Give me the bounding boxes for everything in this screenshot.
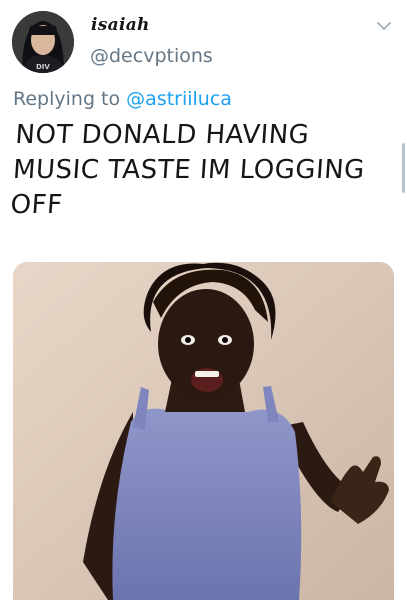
tweet-text-line: NOT DONALD HAVING — [14, 120, 311, 150]
display-name[interactable]: isaiah — [91, 15, 150, 35]
avatar[interactable]: DIV — [12, 11, 74, 73]
reply-context: Replying to @astriiluca — [13, 88, 232, 110]
svg-text:DIV: DIV — [36, 63, 50, 71]
tweet-card: DIV isaiah @decvptions Replying to @astr… — [0, 0, 407, 600]
reply-mention-link[interactable]: @astriiluca — [126, 88, 232, 110]
scrollbar[interactable] — [402, 143, 405, 193]
tweet-text-line: OFF — [9, 190, 64, 220]
user-handle[interactable]: @decvptions — [90, 45, 213, 67]
tweet-text: NOT DONALD HAVING MUSIC TASTE IM LOGGING… — [9, 118, 396, 223]
tweet-media-image[interactable] — [13, 262, 394, 600]
reply-prefix: Replying to — [13, 88, 121, 110]
tweet-text-line: MUSIC TASTE IM LOGGING — [11, 155, 366, 185]
chevron-down-icon[interactable] — [372, 14, 396, 38]
